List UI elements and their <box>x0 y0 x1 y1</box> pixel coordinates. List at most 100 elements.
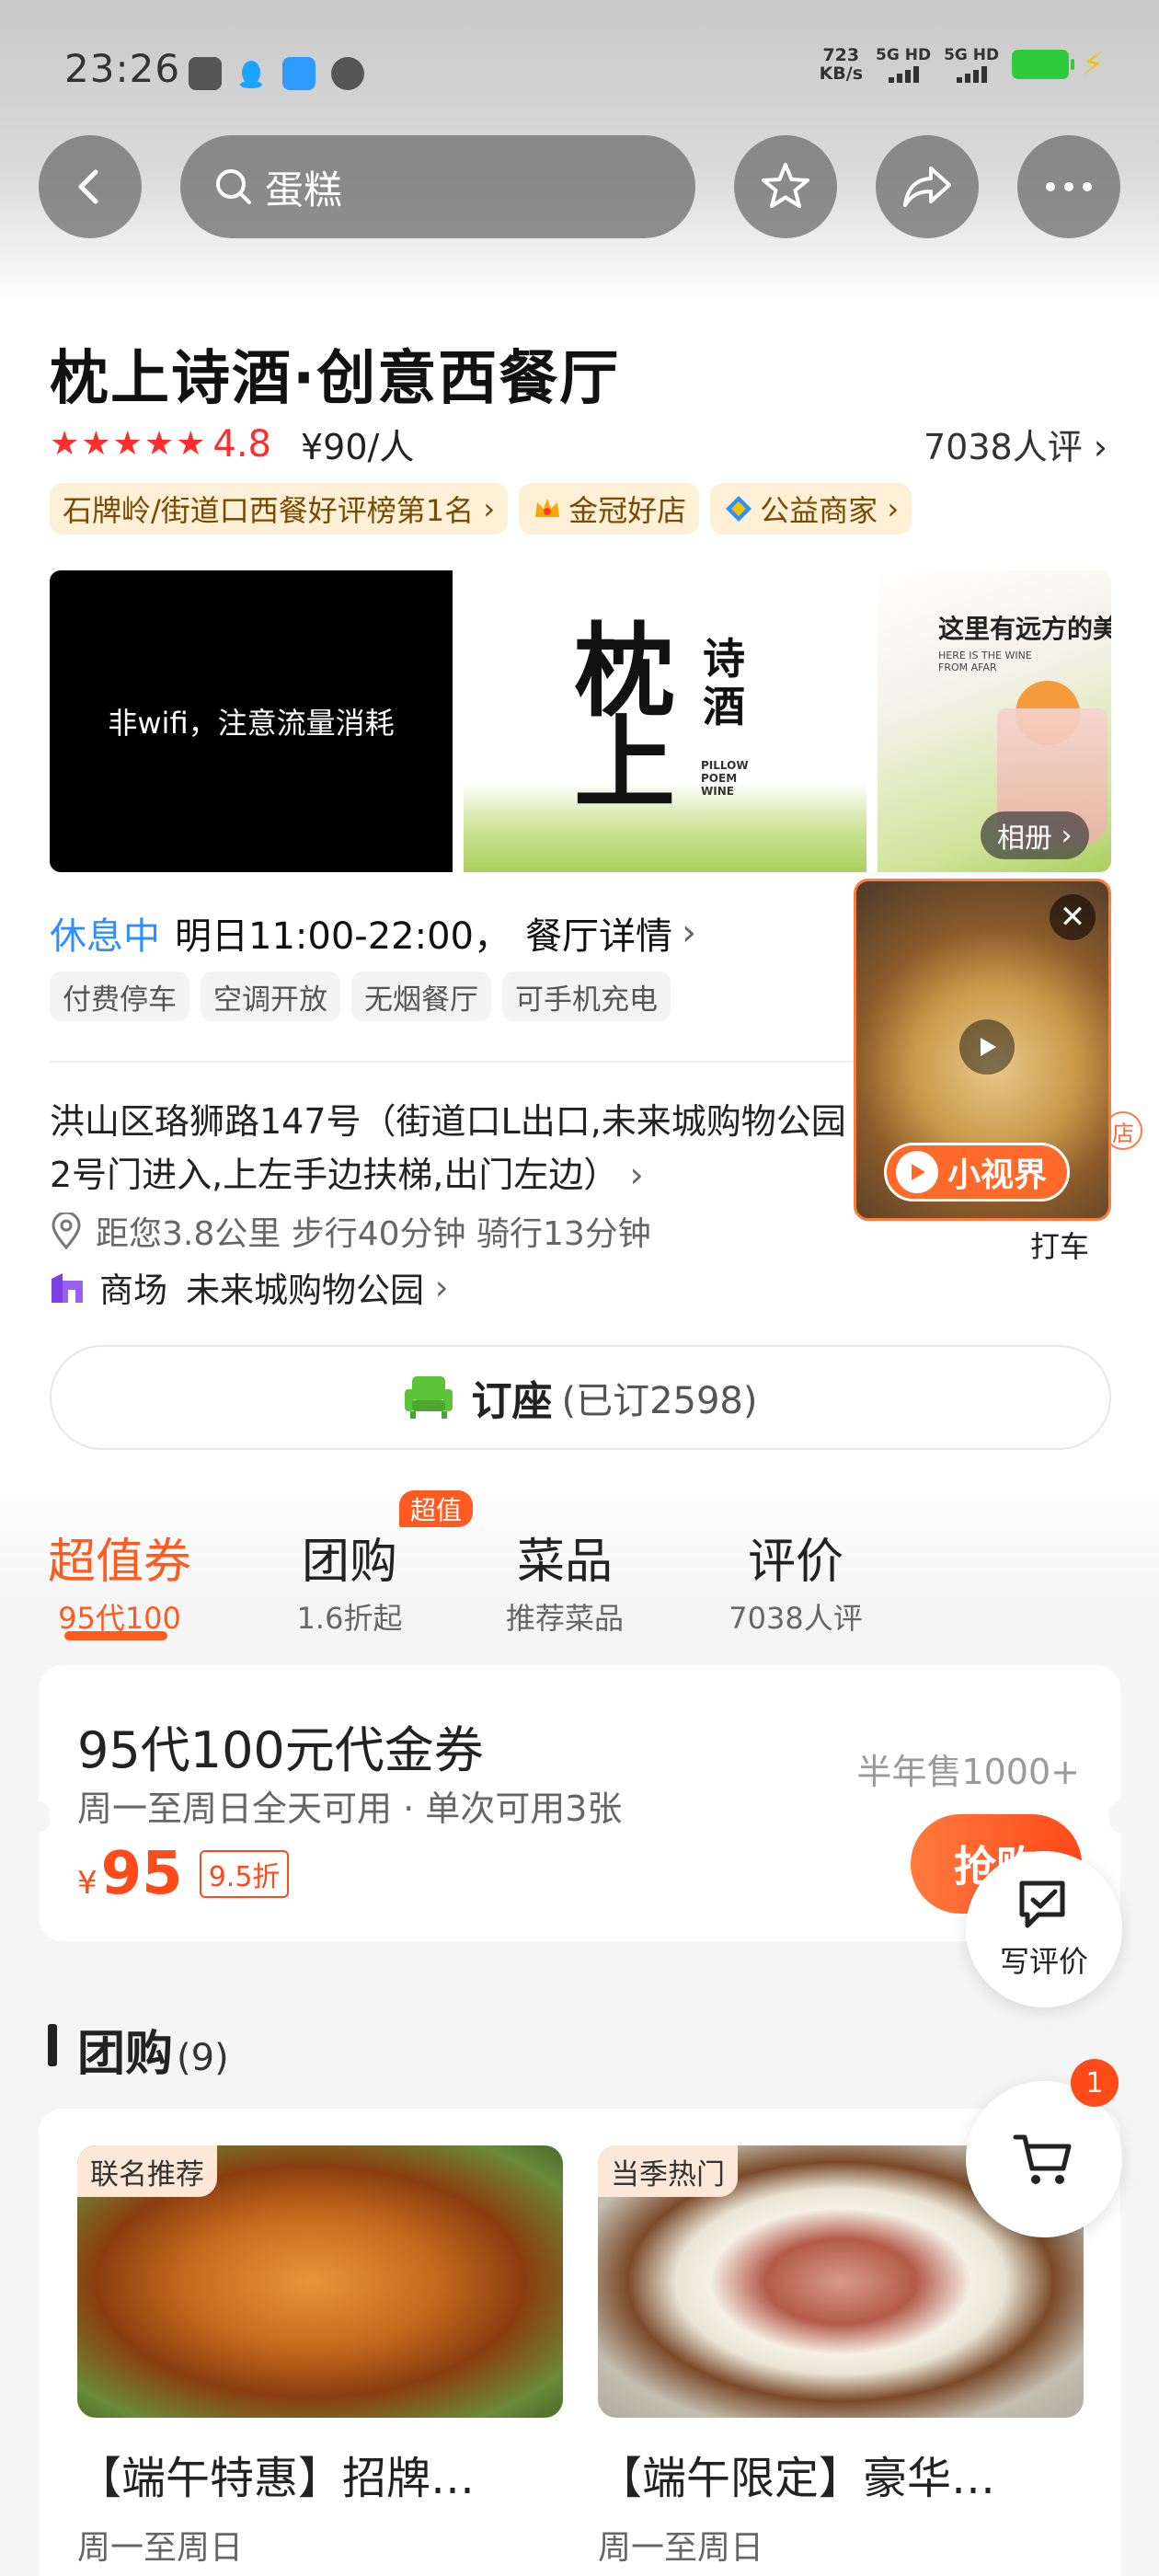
mall-name: 未来城购物公园 <box>186 1271 424 1310</box>
group-buy-title: 团购 <box>77 2027 174 2082</box>
item-name: 【端午限定】豪华… <box>598 2453 996 2504</box>
opening-hours[interactable]: 休息中 明日11:00-22:00， 餐厅详情 › <box>50 906 696 960</box>
restaurant-details-link[interactable]: 餐厅详情 <box>525 906 672 960</box>
tab-subtitle: 1.6折起 <box>296 1601 403 1636</box>
business-status: 休息中 <box>50 915 160 958</box>
roast-chicken-photo: 联名推荐 <box>77 2145 563 2418</box>
chevron-right-icon: › <box>681 912 696 954</box>
address-text[interactable]: 洪山区珞狮路147号（街道口L出口,未来城购物公园2号门进入,上左手边扶梯,出门… <box>50 1095 859 1202</box>
distance-text: 距您3.8公里 步行40分钟 骑行13分钟 <box>96 1215 651 1253</box>
tab-subtitle: 推荐菜品 <box>505 1601 624 1636</box>
share-icon <box>903 167 951 207</box>
telegram-app-icon <box>189 57 222 90</box>
shop-logo-photo[interactable]: 枕上 诗酒 PILLOW POEM WINE <box>464 570 866 872</box>
voucher-title: 95代100元代金券 <box>77 1721 484 1779</box>
logo-big-text: 枕上 <box>574 612 675 822</box>
distance-info: 距您3.8公里 步行40分钟 骑行13分钟 <box>50 1207 651 1255</box>
taxi-button[interactable]: 打车 <box>1030 1224 1089 1266</box>
facility-tags: 付费停车 空调开放 无烟餐厅 可手机充电 <box>50 972 671 1021</box>
network-speed-unit: KB/s <box>819 63 864 84</box>
location-pin-icon <box>52 1213 81 1249</box>
charity-merchant-tag[interactable]: 公益商家 › <box>710 483 912 535</box>
item-availability: 周一至周日 <box>598 2529 764 2567</box>
voucher-price-value: 95 <box>100 1840 183 1908</box>
favorite-button[interactable] <box>734 135 837 238</box>
chevron-right-icon: › <box>1052 819 1073 852</box>
signal-bars-icon <box>956 64 987 83</box>
tab-subtitle: 7038人评 <box>729 1601 863 1636</box>
more-dots-icon <box>1046 182 1092 191</box>
tab-title: 超值券 <box>47 1535 191 1590</box>
tab-dishes[interactable]: 菜品 推荐菜品 <box>491 1523 638 1638</box>
network-speed: 723 KB/s <box>820 46 863 83</box>
write-review-label: 写评价 <box>999 1944 1088 1979</box>
write-review-icon <box>1019 1880 1065 1928</box>
signal-2-label: 5G HD <box>944 46 1000 64</box>
shop-title: 枕上诗酒·创意西餐厅 <box>50 345 621 413</box>
crown-icon <box>535 499 560 517</box>
status-time: 23:26 <box>64 46 181 91</box>
chevron-right-icon: › <box>424 1267 449 1307</box>
golden-crown-tag[interactable]: 金冠好店 <box>519 483 700 535</box>
compass-app-icon <box>331 57 364 90</box>
drink-subcaption: HERE IS THE WINE FROM AFAR <box>938 650 1032 673</box>
voucher-description: 周一至周日全天可用 · 单次可用3张 <box>77 1788 623 1829</box>
ranking-tag-label: 石牌岭/街道口西餐好评榜第1名 <box>63 493 475 528</box>
facility-tag: 付费停车 <box>50 972 189 1021</box>
brand-play-icon <box>896 1151 938 1193</box>
search-text: 蛋糕 <box>265 167 343 213</box>
browser-app-icon <box>282 57 316 90</box>
video-data-notice: 非wifi，注意流量消耗 <box>108 706 395 741</box>
shop-video[interactable]: 非wifi，注意流量消耗 <box>50 570 453 872</box>
tab-reviews[interactable]: 评价 7038人评 <box>717 1523 874 1638</box>
album-button[interactable]: 相册 › <box>981 811 1089 859</box>
chevron-right-icon: › <box>878 491 900 526</box>
signal-1-label: 5G HD <box>876 46 932 64</box>
chevron-right-icon: › <box>629 1155 644 1195</box>
tab-group-buy[interactable]: 团购 1.6折起 <box>276 1523 423 1638</box>
currency-symbol: ¥ <box>77 1865 98 1902</box>
voucher-price: ¥ 95 9.5折 <box>77 1840 290 1908</box>
share-button[interactable] <box>876 135 979 238</box>
rating-stars-icon: ★★★★★ <box>50 425 208 463</box>
mall-label: 商场 <box>99 1271 167 1310</box>
drink-caption: 这里有远方的美 <box>938 614 1111 644</box>
mini-video-player[interactable]: ✕ 小视界 <box>854 879 1111 1221</box>
play-icon[interactable] <box>959 1019 1015 1075</box>
section-marker <box>48 2024 57 2066</box>
review-count-link[interactable]: 7038人评 › <box>924 419 1107 469</box>
chevron-left-icon <box>78 169 98 204</box>
tab-title: 评价 <box>747 1535 843 1590</box>
mini-video-brand: 小视界 <box>884 1143 1071 1202</box>
item-availability: 周一至周日 <box>77 2529 244 2567</box>
hours-time: 明日11:00-22:00， <box>175 915 511 958</box>
logo-english-text: PILLOW POEM WINE <box>701 759 749 798</box>
sofa-icon <box>405 1376 453 1419</box>
search-bar[interactable]: 蛋糕 <box>180 135 695 238</box>
booking-button[interactable]: 订座 (已订2598) <box>50 1345 1111 1450</box>
status-indicators: 723 KB/s 5G HD 5G HD ⚡ <box>820 46 1104 83</box>
average-price: ¥90/人 <box>301 427 415 467</box>
battery-icon <box>1012 50 1075 79</box>
facility-tag: 无烟餐厅 <box>351 972 491 1021</box>
signal-2: 5G HD <box>944 46 999 83</box>
mall-link[interactable]: 商场 未来城购物公园 › <box>50 1262 449 1312</box>
group-buy-item[interactable]: 联名推荐 【端午特惠】招牌… 周一至周日 <box>77 2145 563 2569</box>
tab-title: 菜品 <box>516 1535 613 1590</box>
ranking-tag[interactable]: 石牌岭/街道口西餐好评榜第1名 › <box>50 483 509 535</box>
voucher-card[interactable]: 95代100元代金券 周一至周日全天可用 · 单次可用3张 ¥ 95 9.5折 … <box>28 1665 1131 1941</box>
active-tab-indicator <box>64 1631 167 1640</box>
cart-count-badge: 1 <box>1071 2059 1119 2107</box>
cart-icon <box>1013 2134 1072 2184</box>
facility-tag: 可手机充电 <box>502 972 671 1021</box>
rating-row: ★★★★★ 4.8 ¥90/人 <box>50 419 414 469</box>
chevron-right-icon: › <box>1093 427 1107 467</box>
more-button[interactable] <box>1017 135 1120 238</box>
back-button[interactable] <box>39 135 142 238</box>
write-review-button[interactable]: 写评价 <box>966 1851 1122 2007</box>
mall-building-icon <box>52 1273 83 1303</box>
logo-side-text: 诗酒 <box>703 634 745 731</box>
tab-vouchers[interactable]: 超值券 95代100 <box>37 1523 202 1638</box>
review-count: 7038人评 <box>923 427 1083 467</box>
close-icon[interactable]: ✕ <box>1050 894 1096 940</box>
